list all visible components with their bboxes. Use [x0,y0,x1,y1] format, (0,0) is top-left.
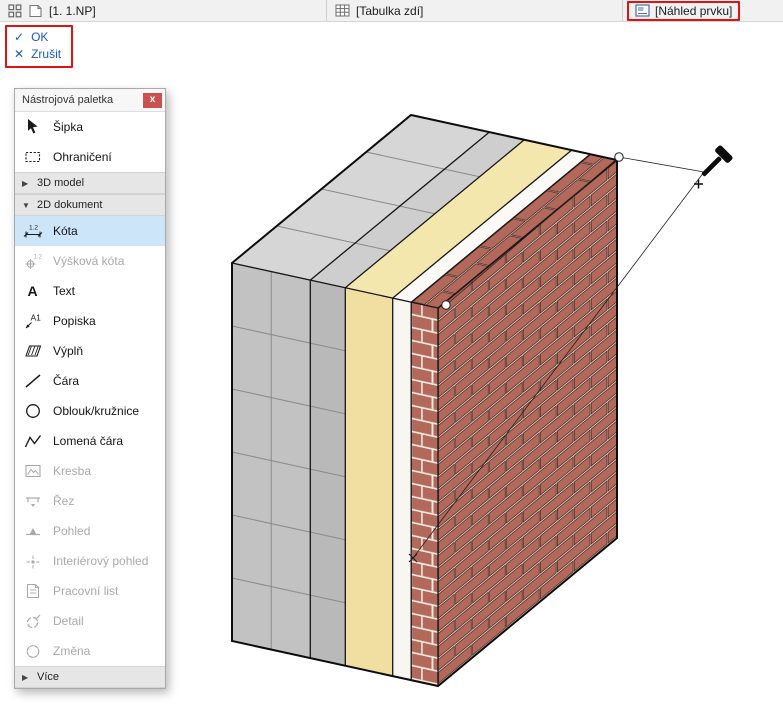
x-icon: ✕ [14,47,25,61]
fill-hatch-icon [22,341,44,361]
check-icon: ✓ [14,30,25,44]
tool-text[interactable]: A Text [15,276,165,306]
section-marker-icon [22,491,44,511]
section-2d-document[interactable]: ▼ 2D dokument [15,194,165,216]
polyline-icon [22,431,44,451]
close-icon[interactable]: x [143,93,162,108]
section-more[interactable]: ▶ Více [15,666,165,688]
chevron-right-icon: ▶ [22,178,29,188]
tool-label: Výplň [53,344,84,358]
brick-end-face [411,302,438,686]
tool-label-tool[interactable]: A1 Popiska [15,306,165,336]
annotation-highlight-confirm: ✓ OK ✕ Zrušit [5,25,74,68]
tool-label: Ohraničení [53,150,112,164]
tab-floor-plan-label: [1. 1.NP] [49,3,96,18]
tool-elevation[interactable]: Pohled [15,516,165,546]
interior-elevation-icon [22,551,44,571]
revision-cloud-icon [22,641,44,661]
dimension-point-marker [441,300,451,310]
tool-marquee[interactable]: Ohraničení [15,142,165,172]
annotation-highlight-preview-tab: [Náhled prvku] [627,0,741,21]
tool-label: Oblouk/kružnice [53,404,140,418]
cancel-button-label: Zrušit [31,47,62,61]
wall-3d-preview [231,113,618,688]
cursor-plus-icon [694,179,703,189]
tool-label: Text [53,284,76,298]
tool-label: Pohled [53,524,91,538]
section-label: 3D model [37,177,85,189]
tab-wall-schedule-label: [Tabulka zdí] [356,3,424,18]
text-icon: A [22,281,44,301]
line-icon [22,371,44,391]
svg-text:A: A [28,283,38,299]
tool-palette-title: Nástrojová paletka [22,94,114,106]
marquee-icon [22,147,44,167]
tool-label: Výšková kóta [53,254,125,268]
tool-label: Řez [53,494,75,508]
circle-icon [22,401,44,421]
tab-bar: [1. 1.NP] [Tabulka zdí] [Náhled prvku] [0,0,783,22]
tool-label: Lomená čára [53,434,124,448]
label-icon: A1 [22,311,44,331]
section-label: 2D dokument [37,199,103,211]
insulation-end-face [345,287,393,677]
tool-arrow[interactable]: Šipka [15,112,165,142]
tab-element-preview-label: [Náhled prvku] [655,3,733,18]
tab-element-preview[interactable]: [Náhled prvku] [622,0,783,21]
tool-worksheet[interactable]: Pracovní list [15,576,165,606]
tool-label: Popiska [53,314,96,328]
tool-palette-window: Nástrojová paletka x Šipka Ohraničení ▶ … [14,88,166,689]
tab-floor-plan[interactable]: [1. 1.NP] [0,0,326,21]
chevron-right-icon: ▶ [22,672,29,682]
section-3d-model[interactable]: ▶ 3D model [15,172,165,194]
tool-label: Změna [53,644,91,658]
tool-change[interactable]: Změna [15,636,165,666]
schedule-table-icon [335,4,350,17]
tool-drawing[interactable]: Kresba [15,456,165,486]
tab-wall-schedule[interactable]: [Tabulka zdí] [326,0,622,21]
drawing-icon [22,461,44,481]
tool-label: Detail [53,614,84,628]
tool-section[interactable]: Řez [15,486,165,516]
tool-interior-elevation[interactable]: Interiérový pohled [15,546,165,576]
element-preview-tab-icon [635,4,650,17]
air-gap-end-face [392,298,412,681]
dimension-point-marker [614,152,624,162]
tool-polyline[interactable]: Lomená čára [15,426,165,456]
tool-label: Pracovní list [53,584,119,598]
tool-level-dimension[interactable]: 1.2 Výšková kóta [15,246,165,276]
tool-label: Čára [53,374,80,388]
tool-fill[interactable]: Výplň [15,336,165,366]
tool-label: Šipka [53,120,84,134]
tool-label: Interiérový pohled [53,554,149,568]
tool-dimension[interactable]: 1.2 Kóta [15,216,165,246]
chevron-down-icon: ▼ [22,200,30,210]
cancel-button[interactable]: ✕ Zrušit [14,47,61,61]
svg-text:1.2: 1.2 [34,255,43,261]
tool-label: Kresba [53,464,92,478]
tab-overview-grid-icon[interactable] [8,3,22,18]
floor-plan-tab-icon [29,4,42,17]
tool-detail[interactable]: Detail [15,606,165,636]
ok-button-label: OK [31,30,49,44]
section-label: Více [37,671,60,683]
svg-text:A1: A1 [31,313,42,323]
dimension-icon: 1.2 [22,221,44,241]
arrow-cursor-icon [22,117,44,137]
tool-palette-titlebar[interactable]: Nástrojová paletka x [15,89,165,112]
ok-button[interactable]: ✓ OK [14,30,61,44]
level-dimension-icon: 1.2 [22,251,44,271]
elevation-marker-icon [22,521,44,541]
worksheet-icon [22,581,44,601]
svg-text:1.2: 1.2 [29,225,38,232]
detail-marker-icon [22,611,44,631]
tool-line[interactable]: Čára [15,366,165,396]
hammer-cursor-icon [694,145,733,189]
tool-arc-circle[interactable]: Oblouk/kružnice [15,396,165,426]
tool-label: Kóta [53,224,78,238]
